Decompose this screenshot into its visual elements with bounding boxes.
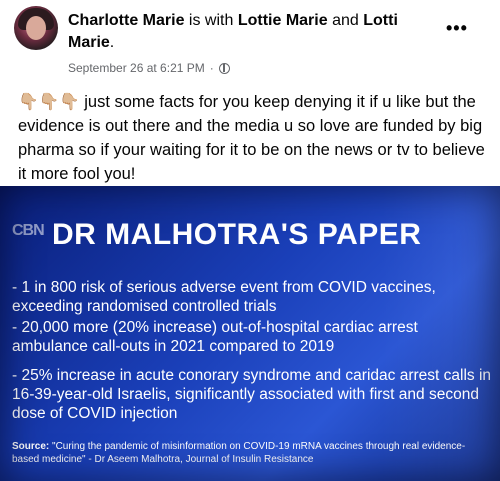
meta-separator: · <box>209 61 214 75</box>
post-meta: September 26 at 6:21 PM · <box>68 61 230 75</box>
tagged-user-1[interactable]: Lottie Marie <box>238 12 328 29</box>
header-tail: . <box>109 34 115 51</box>
post-image[interactable]: CBN DR MALHOTRA'S PAPER - 1 in 800 risk … <box>0 186 500 481</box>
more-options-icon[interactable]: ••• <box>446 18 468 39</box>
with-text: is with <box>188 12 234 29</box>
author-avatar[interactable] <box>14 6 58 50</box>
post-header: Charlotte Marie is with Lottie Marie and… <box>68 10 448 54</box>
pointing-down-emoji: 👇🏼👇🏼👇🏼 <box>18 93 80 111</box>
post-text: 👇🏼👇🏼👇🏼 just some facts for you keep deny… <box>18 90 488 186</box>
and-text: and <box>332 12 359 29</box>
author-name[interactable]: Charlotte Marie <box>68 12 184 29</box>
post-body: just some facts for you keep denying it … <box>18 93 485 183</box>
post-timestamp[interactable]: September 26 at 6:21 PM <box>68 61 205 75</box>
globe-icon[interactable] <box>218 62 230 74</box>
facebook-post: Charlotte Marie is with Lottie Marie and… <box>0 0 500 481</box>
